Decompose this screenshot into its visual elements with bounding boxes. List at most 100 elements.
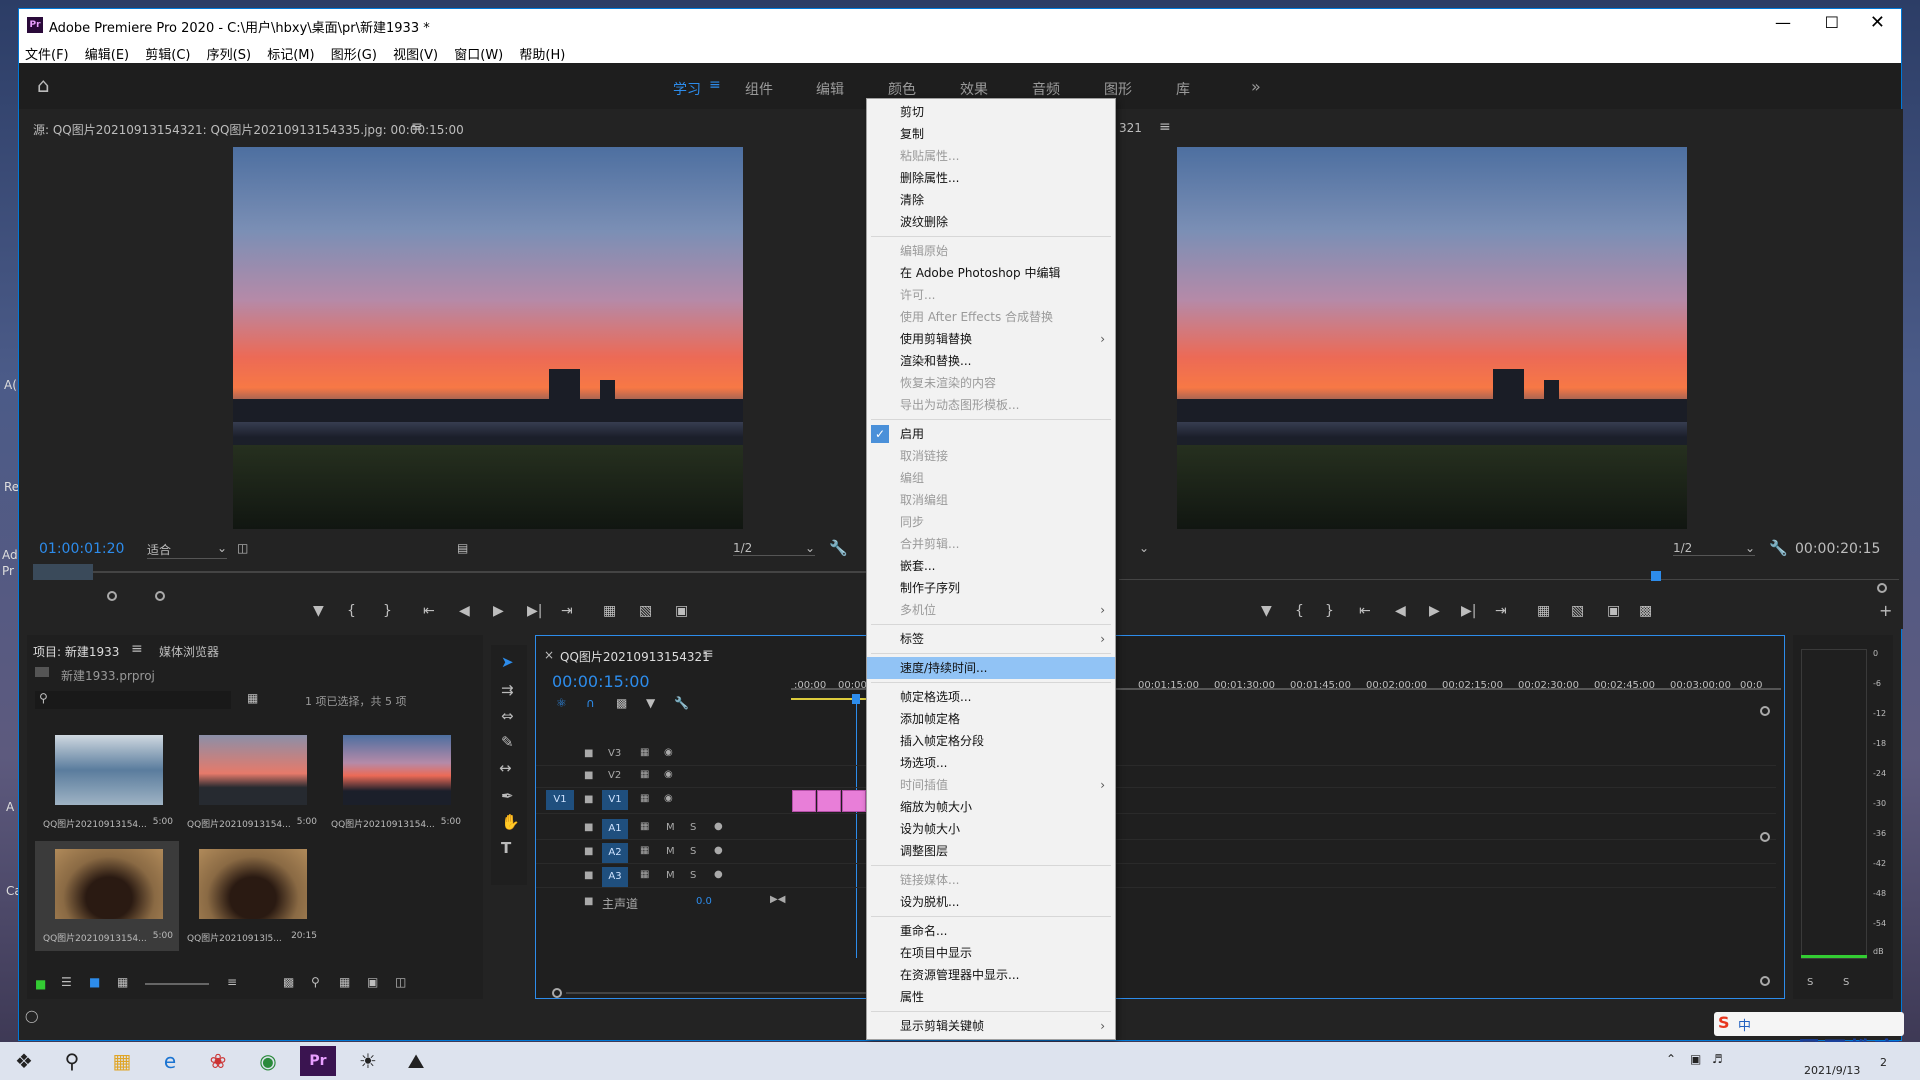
type-tool-icon[interactable]: T xyxy=(501,839,511,857)
step-forward-icon[interactable]: ▶| xyxy=(527,603,542,619)
context-menu-item[interactable]: 速度/持续时间... xyxy=(867,657,1115,679)
mark-out-icon[interactable]: } xyxy=(1325,603,1334,619)
program-playhead[interactable] xyxy=(1651,571,1661,581)
menu-file[interactable]: 文件(F) xyxy=(19,41,75,63)
overwrite-clip-icon[interactable]: ▧ xyxy=(639,603,652,619)
menu-sequence[interactable]: 序列(S) xyxy=(201,41,257,63)
solo-icon[interactable]: S xyxy=(690,870,696,881)
zoom-handle-left[interactable] xyxy=(107,591,117,601)
timeline-tab[interactable]: QQ图片20210913154321 xyxy=(560,648,710,665)
vertical-scroll-handle[interactable] xyxy=(1760,706,1770,716)
solo-icon[interactable]: S xyxy=(690,846,696,857)
go-to-in-icon[interactable]: ⇤ xyxy=(423,603,435,619)
mark-in-icon[interactable]: { xyxy=(347,603,356,619)
sync-lock-icon[interactable]: ▦ xyxy=(640,821,649,832)
sync-lock-icon[interactable]: ▦ xyxy=(640,793,649,804)
tray-chevron-icon[interactable]: ⌃ xyxy=(1666,1052,1676,1066)
solo-right-button[interactable]: S xyxy=(1843,977,1849,988)
context-menu-item[interactable]: 插入帧定格分段 xyxy=(867,730,1115,752)
close-icon[interactable]: × xyxy=(544,648,554,662)
freeform-view-icon[interactable]: ▦ xyxy=(117,975,128,989)
insert-icon[interactable]: ◫ xyxy=(237,541,248,555)
workspace-tab-learn[interactable]: 学习 xyxy=(673,79,701,99)
context-menu-item[interactable]: 在项目中显示 xyxy=(867,942,1115,964)
menu-window[interactable]: 窗口(W) xyxy=(448,41,509,63)
lock-icon[interactable]: ■ xyxy=(584,748,593,759)
sync-lock-icon[interactable]: ▦ xyxy=(640,869,649,880)
context-menu-item[interactable]: 清除 xyxy=(867,189,1115,211)
pen-tool-icon[interactable]: ✒ xyxy=(501,787,514,805)
context-menu-item[interactable]: 场选项... xyxy=(867,752,1115,774)
panel-menu-icon[interactable]: ≡ xyxy=(131,641,143,657)
source-resolution-dropdown[interactable]: 1/2 ⌄ xyxy=(733,541,815,556)
workspace-tab-audio[interactable]: 音频 xyxy=(1032,79,1060,99)
go-to-in-icon[interactable]: ⇤ xyxy=(1359,603,1371,619)
context-menu-item[interactable]: 显示剪辑关键帧 › xyxy=(867,1015,1115,1037)
context-menu-item[interactable]: 剪切 xyxy=(867,101,1115,123)
context-menu-item[interactable]: 启用 ✓ xyxy=(867,423,1115,445)
mute-icon[interactable]: M xyxy=(666,822,675,833)
source-playhead-region[interactable] xyxy=(33,564,93,580)
lock-icon[interactable]: ■ xyxy=(584,822,593,833)
mark-out-icon[interactable]: } xyxy=(383,603,392,619)
mute-icon[interactable]: M xyxy=(666,846,675,857)
project-item[interactable]: QQ图片20210913154... 5:00 xyxy=(323,727,467,837)
icon-view-icon[interactable]: ■ xyxy=(89,975,100,989)
eye-icon[interactable]: ◉ xyxy=(664,793,673,804)
menu-graphics[interactable]: 图形(G) xyxy=(325,41,383,63)
master-volume-value[interactable]: 0.0 xyxy=(696,896,712,907)
tab-project[interactable]: 项目: 新建1933 xyxy=(33,643,119,660)
context-menu-item[interactable]: 在 Adobe Photoshop 中编辑 xyxy=(867,262,1115,284)
menu-edit[interactable]: 编辑(E) xyxy=(79,41,135,63)
workspace-tab-graphics[interactable]: 图形 xyxy=(1104,79,1132,99)
premiere-taskbar-icon[interactable]: Pr xyxy=(300,1046,336,1076)
source-time-ruler[interactable] xyxy=(33,571,869,573)
microphone-icon[interactable]: ● xyxy=(714,869,723,880)
context-menu-item[interactable]: 删除属性... xyxy=(867,167,1115,189)
zoom-handle-right[interactable] xyxy=(155,591,165,601)
ripple-edit-tool-icon[interactable]: ⇔ xyxy=(501,707,514,725)
workspace-tab-assembly[interactable]: 组件 xyxy=(745,79,773,99)
vertical-scroll-handle[interactable] xyxy=(1760,832,1770,842)
step-back-icon[interactable]: ◀ xyxy=(1395,603,1406,619)
mute-icon[interactable]: M xyxy=(666,870,675,881)
insert-clip-icon[interactable]: ▦ xyxy=(603,603,616,619)
menu-markers[interactable]: 标记(M) xyxy=(261,41,320,63)
minimize-icon[interactable]: — xyxy=(1775,13,1791,32)
eye-icon[interactable]: ◉ xyxy=(664,769,673,780)
network-icon[interactable]: ▣ xyxy=(1690,1052,1701,1066)
panel-menu-icon[interactable]: ≡ xyxy=(1159,119,1171,135)
lock-icon[interactable]: ■ xyxy=(584,896,593,907)
context-menu-item[interactable]: 属性 xyxy=(867,986,1115,1008)
zoom-slider[interactable] xyxy=(145,983,209,985)
hand-tool-icon[interactable]: ✋ xyxy=(501,813,520,831)
panel-menu-icon[interactable]: ≡ xyxy=(411,119,423,135)
extract-icon[interactable]: ▧ xyxy=(1571,603,1584,619)
context-menu-item[interactable]: 重命名... xyxy=(867,920,1115,942)
razor-tool-icon[interactable]: ✎ xyxy=(501,733,514,751)
track-a2[interactable]: ■ A2 ▦ M S ● xyxy=(536,842,1776,864)
track-a3[interactable]: ■ A3 ▦ M S ● xyxy=(536,866,1776,888)
step-forward-icon[interactable]: ▶| xyxy=(1461,603,1476,619)
list-view-icon[interactable]: ☰ xyxy=(61,975,72,989)
menu-view[interactable]: 视图(V) xyxy=(387,41,444,63)
lock-icon[interactable]: ■ xyxy=(584,870,593,881)
ime-mode[interactable]: 中 xyxy=(1738,1015,1751,1034)
lift-icon[interactable]: ▦ xyxy=(1537,603,1550,619)
context-menu-item[interactable]: 缩放为帧大小 xyxy=(867,796,1115,818)
compare-icon[interactable]: ▩ xyxy=(1639,603,1652,619)
slip-tool-icon[interactable]: ↔ xyxy=(499,759,512,777)
program-resolution-dropdown[interactable]: 1/2 ⌄ xyxy=(1673,541,1755,556)
edge-icon[interactable]: e xyxy=(152,1046,188,1076)
home-icon[interactable]: ⌂ xyxy=(37,73,50,97)
program-monitor-header[interactable]: 321 xyxy=(1119,121,1142,135)
wrench-icon[interactable]: 🔧 xyxy=(829,539,848,557)
timeline-timecode[interactable]: 00:00:15:00 xyxy=(552,672,650,691)
context-menu-item[interactable]: 调整图层 xyxy=(867,840,1115,862)
tab-media-browser[interactable]: 媒体浏览器 xyxy=(159,643,219,660)
context-menu-item[interactable]: 添加帧定格 xyxy=(867,708,1115,730)
lock-icon[interactable]: ■ xyxy=(584,846,593,857)
wrench-icon[interactable]: 🔧 xyxy=(674,696,689,710)
notification-count[interactable]: 2 xyxy=(1880,1056,1887,1069)
add-marker-icon[interactable]: ▼ xyxy=(1261,603,1272,619)
